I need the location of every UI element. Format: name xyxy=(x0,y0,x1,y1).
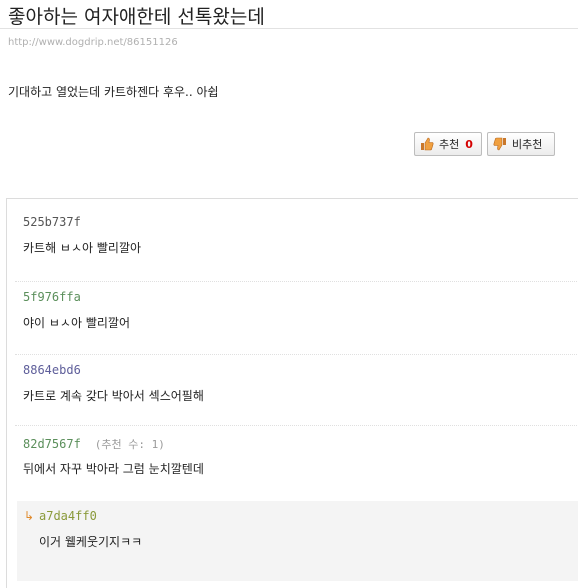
comment-text: 야이 ㅂㅅ아 빨리깔어 xyxy=(23,316,130,330)
comment-text: 뒤에서 자꾸 박아라 그럼 눈치깔텐데 xyxy=(23,462,204,476)
reply-arrow-icon: ↳ xyxy=(24,509,35,523)
post-title: 좋아하는 여자애한테 선톡왔는데 xyxy=(8,6,265,28)
post-body: 기대하고 열었는데 카트하젠다 후우.. 아쉽 xyxy=(8,85,219,99)
thumbs-down-icon xyxy=(493,137,506,151)
reply-text: 이거 웰케웃기지ㅋㅋ xyxy=(39,535,143,549)
thumbs-up-icon xyxy=(421,137,434,151)
reply-author[interactable]: a7da4ff0 xyxy=(39,509,97,523)
comment-author[interactable]: 525b737f xyxy=(23,215,81,229)
downvote-button[interactable]: 비추천 xyxy=(487,132,555,156)
comment-text: 카트로 계속 갖다 박아서 섹스어필해 xyxy=(23,389,204,403)
upvote-button[interactable]: 추천 0 xyxy=(414,132,482,156)
comment-author-line: 82d7567f (추천 수: 1) xyxy=(23,436,165,452)
comments-section: 525b737f 카트해 ㅂㅅ아 빨리깔아 5f976ffa 야이 ㅂㅅ아 빨리… xyxy=(6,198,578,588)
comment-author[interactable]: 82d7567f xyxy=(23,437,81,451)
comment-author[interactable]: 8864ebd6 xyxy=(23,363,81,377)
reply-comment: ↳ a7da4ff0 이거 웰케웃기지ㅋㅋ xyxy=(17,501,578,581)
comment-text: 카트해 ㅂㅅ아 빨리깔아 xyxy=(23,241,142,255)
comment-divider xyxy=(15,354,578,355)
title-divider xyxy=(0,28,578,29)
upvote-label: 추천 xyxy=(439,138,460,151)
comment-divider xyxy=(15,425,578,426)
recommend-count: (추천 수: 1) xyxy=(94,438,165,451)
downvote-label: 비추천 xyxy=(512,138,543,151)
upvote-count: 0 xyxy=(465,137,473,151)
comment-divider xyxy=(15,281,578,282)
post-url[interactable]: http://www.dogdrip.net/86151126 xyxy=(8,37,178,48)
comment-author[interactable]: 5f976ffa xyxy=(23,290,81,304)
